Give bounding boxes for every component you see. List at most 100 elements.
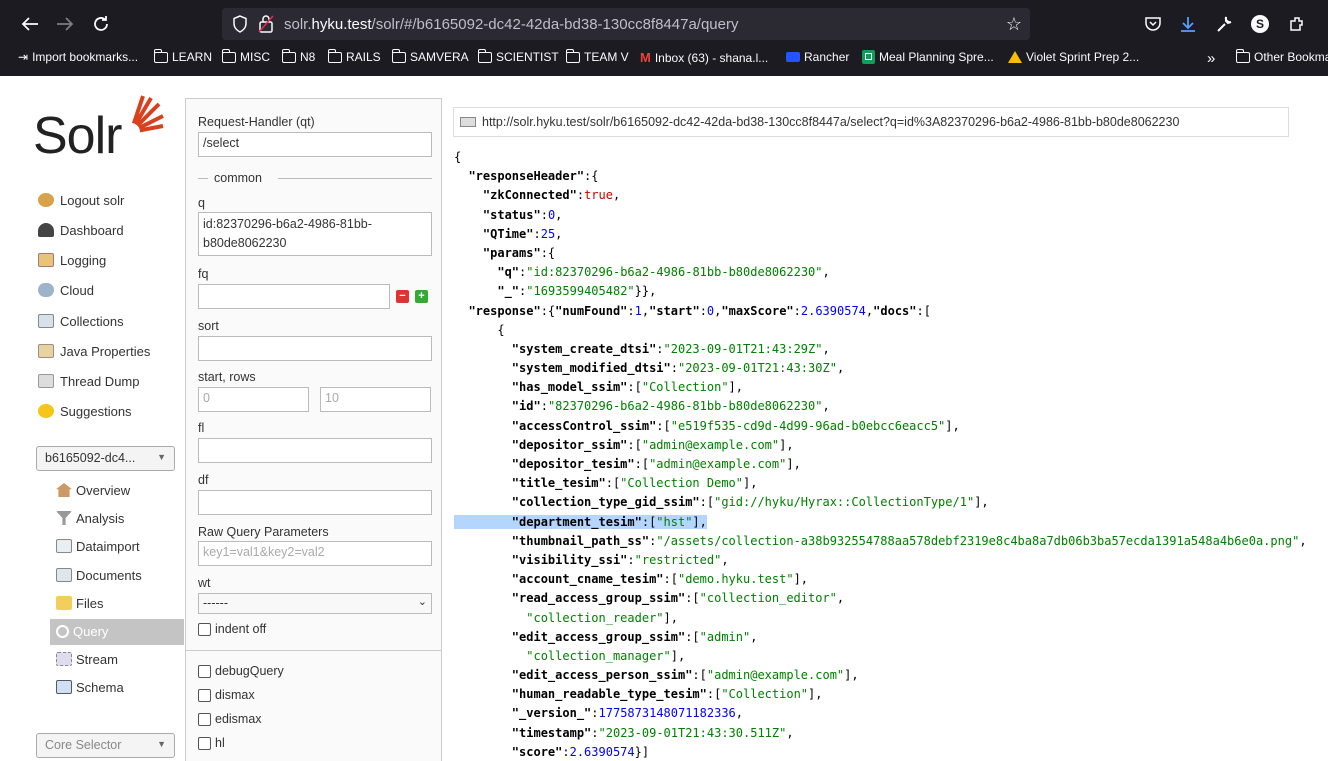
bookmark-folder-team-v[interactable]: TEAM V [565, 48, 629, 64]
bookmark-star-icon[interactable]: ☆ [1006, 14, 1022, 35]
core-selector-bottom[interactable]: Core Selector ▼ [36, 733, 175, 758]
nav-collections[interactable]: Collections [38, 309, 124, 333]
sort-input[interactable] [198, 336, 432, 361]
chevron-down-icon: ▼ [157, 452, 166, 462]
bookmark-label: RAILS [346, 50, 381, 64]
nav-suggestions[interactable]: Suggestions [38, 399, 132, 423]
core-menu-query[interactable]: Query [56, 618, 108, 644]
add-fq-button[interactable]: + [415, 290, 428, 303]
wt-select[interactable]: ------ ⌄ [198, 593, 432, 614]
bookmark-label: SCIENTIST [496, 50, 559, 64]
bookmark-sheets[interactable]: Meal Planning Spre... [862, 50, 994, 64]
bookmark-other[interactable]: Other Bookma [1235, 48, 1328, 64]
nav-label: Dashboard [60, 222, 124, 238]
url-text: solr.hyku.test/solr/#/b6165092-dc42-42da… [284, 16, 739, 33]
raw-params-input[interactable]: key1=val1&key2=val2 [198, 541, 432, 566]
q-textarea[interactable]: id:82370296-b6a2-4986-81bb-b80de8062230 [198, 212, 432, 256]
json-line: "read_access_group_ssim":["collection_ed… [511, 591, 845, 606]
profile-avatar[interactable]: S [1250, 14, 1270, 34]
pocket-icon[interactable] [1143, 14, 1163, 34]
forward-arrow-icon [57, 17, 74, 31]
core-selector-dropdown[interactable]: b6165092-dc4... ▼ [36, 446, 175, 471]
nav-logging[interactable]: Logging [38, 248, 106, 272]
checkbox-label: debugQuery [215, 664, 284, 678]
bookmark-folder-rails[interactable]: RAILS [327, 48, 381, 64]
import-icon: ⇥ [18, 50, 29, 64]
documents-icon [56, 568, 72, 582]
result-url-text: http://solr.hyku.test/solr/b6165092-dc42… [482, 115, 1180, 129]
bookmark-label: MISC [240, 50, 270, 64]
bookmark-label: SAMVERA [410, 50, 469, 64]
nav-thread-dump[interactable]: Thread Dump [38, 369, 139, 393]
fq-input[interactable] [198, 284, 390, 309]
nav-label: Logging [60, 252, 107, 268]
bookmark-folder-n8[interactable]: N8 [281, 48, 315, 64]
json-line: "accessControl_ssim":["e519f535-cd9d-4d9… [511, 418, 960, 433]
nav-dashboard[interactable]: Dashboard [38, 218, 124, 242]
bookmarks-bar: ⇥ Import bookmarks... LEARN MISC N8 RAILS… [0, 48, 1328, 70]
edismax-checkbox[interactable]: edismax [198, 712, 262, 726]
downloads-icon[interactable] [1178, 14, 1198, 34]
core-menu-analysis[interactable]: Analysis [56, 505, 124, 531]
bookmark-folder-scientist[interactable]: SCIENTIST [477, 48, 559, 64]
json-line: "visibility_ssi":"restricted", [511, 552, 729, 567]
shield-icon[interactable] [232, 15, 248, 33]
bookmark-folder-learn[interactable]: LEARN [153, 48, 213, 64]
indent-checkbox[interactable]: indent off [198, 622, 266, 636]
core-menu-label: Schema [76, 679, 124, 695]
funnel-icon [56, 511, 72, 525]
nav-label: Java Properties [60, 343, 151, 359]
bookmark-folder-misc[interactable]: MISC [221, 48, 270, 64]
core-menu-files[interactable]: Files [56, 590, 103, 616]
df-input[interactable] [198, 490, 432, 515]
back-button[interactable] [16, 10, 44, 38]
chevron-down-icon: ⌄ [417, 596, 427, 608]
qt-input[interactable]: /select [198, 132, 432, 157]
insecure-lock-icon[interactable] [258, 14, 274, 34]
debugquery-checkbox[interactable]: debugQuery [198, 664, 284, 678]
fl-input[interactable] [198, 438, 432, 463]
reload-button[interactable] [87, 10, 115, 38]
solr-logo[interactable]: Solr [33, 94, 173, 165]
rancher-icon [786, 52, 800, 62]
bookmark-rancher[interactable]: Rancher [786, 50, 849, 64]
json-line: "human_readable_type_tesim":["Collection… [511, 687, 823, 702]
nav-java-properties[interactable]: Java Properties [38, 339, 150, 363]
raw-params-label: Raw Query Parameters [198, 525, 329, 539]
nav-logout[interactable]: Logout solr [38, 188, 124, 212]
core-menu-dataimport[interactable]: Dataimport [56, 533, 140, 559]
checkbox-label: dismax [215, 688, 255, 702]
extensions-icon[interactable] [1287, 14, 1307, 34]
fq-label: fq [198, 267, 209, 281]
bookmark-label: Import bookmarks... [32, 50, 139, 64]
nav-label: Thread Dump [60, 373, 140, 389]
rows-input[interactable]: 10 [320, 387, 431, 412]
start-input[interactable]: 0 [198, 387, 309, 412]
json-line: "score":2.6390574}] [511, 744, 650, 759]
q-label: q [198, 196, 205, 210]
bookmark-drive[interactable]: Violet Sprint Prep 2... [1008, 50, 1139, 64]
result-url-link[interactable]: http://solr.hyku.test/solr/b6165092-dc42… [453, 107, 1289, 137]
core-menu-documents[interactable]: Documents [56, 562, 142, 588]
core-menu-schema[interactable]: Schema [56, 674, 124, 700]
bookmark-folder-samvera[interactable]: SAMVERA [391, 48, 469, 64]
forward-button[interactable] [51, 10, 79, 38]
bookmark-gmail[interactable]: M Inbox (63) - shana.l... [640, 50, 768, 65]
json-line: "system_create_dtsi":"2023-09-01T21:43:2… [511, 341, 830, 356]
hl-checkbox[interactable]: hl [198, 736, 225, 750]
folder-icon [477, 48, 492, 63]
nav-cloud[interactable]: Cloud [38, 278, 94, 302]
json-response: { "responseHeader":{ "zkConnected":true,… [454, 148, 1328, 761]
bookmark-label: LEARN [172, 50, 213, 64]
bookmark-import[interactable]: ⇥ Import bookmarks... [18, 50, 138, 64]
bookmarks-overflow-button[interactable]: » [1207, 50, 1215, 67]
core-menu-overview[interactable]: Overview [56, 477, 130, 503]
common-legend: common [198, 171, 432, 185]
dismax-checkbox[interactable]: dismax [198, 688, 255, 702]
core-menu-stream[interactable]: Stream [56, 646, 118, 672]
json-line: { [454, 322, 505, 337]
wrench-icon[interactable] [1214, 14, 1234, 34]
address-bar[interactable]: solr.hyku.test/solr/#/b6165092-dc42-42da… [222, 8, 1030, 40]
cloud-icon [38, 283, 54, 297]
remove-fq-button[interactable]: − [396, 290, 409, 303]
